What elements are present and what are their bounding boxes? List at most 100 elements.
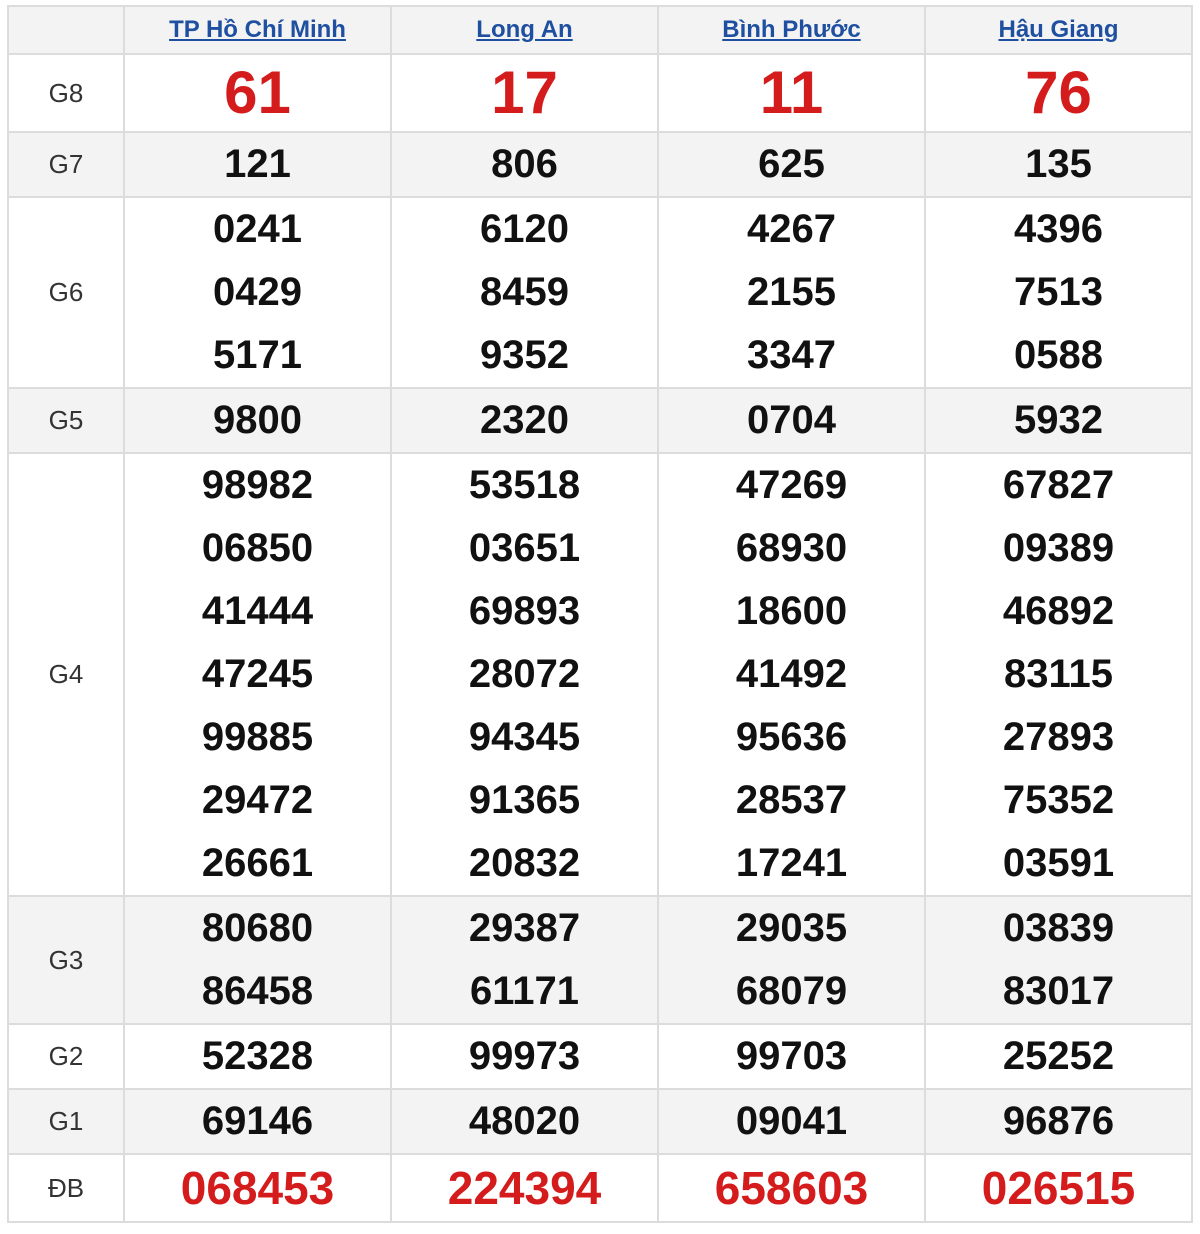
result-number: 86458 (201, 969, 314, 1013)
result-cell: 99703 (657, 1023, 926, 1090)
result-cell: 29035 68079 (657, 895, 926, 1025)
result-number: 99703 (735, 1034, 848, 1078)
results-table-container: TP Hồ Chí Minh Long An Bình Phước Hậu Gi… (7, 5, 1193, 1223)
result-cell: 0241 0429 5171 (123, 196, 392, 389)
result-number: 5932 (1014, 398, 1103, 442)
province-header-cell: TP Hồ Chí Minh (123, 5, 392, 55)
prize-label: G4 (7, 452, 125, 897)
result-number: 47245 (201, 652, 314, 696)
prize-label: G5 (7, 387, 125, 454)
result-cell: 806 (390, 131, 659, 198)
result-number: 4396 (1014, 207, 1103, 251)
result-cell: 17 (390, 53, 659, 133)
prize-row-special: ĐB 068453 224394 658603 026515 (7, 1153, 1193, 1223)
result-number: 121 (224, 142, 291, 186)
result-number: 2155 (747, 270, 836, 314)
result-number: 41492 (735, 652, 848, 696)
result-number: 61171 (469, 969, 580, 1013)
result-cell: 4396 7513 0588 (924, 196, 1193, 389)
result-cell: 29387 61171 (390, 895, 659, 1025)
result-number: 29472 (201, 778, 314, 822)
result-number: 68930 (735, 526, 848, 570)
result-number: 83115 (1003, 652, 1114, 696)
result-number: 41444 (201, 589, 314, 633)
result-number: 4267 (747, 207, 836, 251)
prize-label: G3 (7, 895, 125, 1025)
result-number: 52328 (201, 1034, 314, 1078)
result-number: 0704 (747, 398, 836, 442)
prize-label: G7 (7, 131, 125, 198)
result-number: 20832 (468, 841, 581, 885)
result-cell: 99973 (390, 1023, 659, 1090)
result-number: 09389 (1002, 526, 1115, 570)
result-number: 68079 (735, 969, 848, 1013)
result-number: 28537 (735, 778, 848, 822)
result-number: 53518 (468, 463, 581, 507)
header-row: TP Hồ Chí Minh Long An Bình Phước Hậu Gi… (7, 5, 1193, 55)
result-number: 94345 (468, 715, 581, 759)
result-cell: 121 (123, 131, 392, 198)
result-cell: 48020 (390, 1088, 659, 1155)
result-cell: 09041 (657, 1088, 926, 1155)
result-number: 27893 (1002, 715, 1115, 759)
prize-label: G1 (7, 1088, 125, 1155)
lottery-results-table: TP Hồ Chí Minh Long An Bình Phước Hậu Gi… (7, 5, 1193, 1223)
result-cell: 658603 (657, 1153, 926, 1223)
result-number: 48020 (468, 1099, 581, 1143)
result-number: 06850 (201, 526, 314, 570)
result-number: 83017 (1002, 969, 1115, 1013)
result-number: 11 (759, 59, 824, 126)
prize-label: G6 (7, 196, 125, 389)
province-link-long-an[interactable]: Long An (476, 16, 572, 43)
special-prize-number: 068453 (180, 1162, 335, 1214)
result-number: 47269 (735, 463, 848, 507)
province-link-binh-phuoc[interactable]: Bình Phước (722, 16, 860, 43)
prize-label: ĐB (7, 1153, 125, 1223)
result-number: 135 (1025, 142, 1092, 186)
result-cell: 4267 2155 3347 (657, 196, 926, 389)
result-number: 67827 (1002, 463, 1115, 507)
special-prize-number: 224394 (447, 1162, 602, 1214)
result-number: 91365 (468, 778, 581, 822)
prize-row-g4: G4 98982 06850 41444 47245 99885 29472 2… (7, 452, 1193, 897)
result-number: 26661 (201, 841, 314, 885)
result-number: 0588 (1014, 333, 1103, 377)
result-number: 75352 (1002, 778, 1115, 822)
result-number: 0429 (213, 270, 302, 314)
result-cell: 67827 09389 46892 83115 27893 75352 0359… (924, 452, 1193, 897)
result-cell: 25252 (924, 1023, 1193, 1090)
result-number: 9800 (213, 398, 302, 442)
province-link-tp-ho-chi-minh[interactable]: TP Hồ Chí Minh (169, 16, 346, 43)
result-cell: 224394 (390, 1153, 659, 1223)
result-cell: 96876 (924, 1088, 1193, 1155)
result-cell: 068453 (123, 1153, 392, 1223)
result-number: 5171 (213, 333, 302, 377)
result-cell: 625 (657, 131, 926, 198)
result-cell: 47269 68930 18600 41492 95636 28537 1724… (657, 452, 926, 897)
result-number: 61 (224, 59, 291, 126)
result-number: 17 (491, 59, 558, 126)
result-number: 69893 (468, 589, 581, 633)
result-cell: 52328 (123, 1023, 392, 1090)
prize-row-g3: G3 80680 86458 29387 61171 29035 68079 0… (7, 895, 1193, 1025)
prize-row-g5: G5 9800 2320 0704 5932 (7, 387, 1193, 454)
result-number: 46892 (1002, 589, 1115, 633)
result-cell: 98982 06850 41444 47245 99885 29472 2666… (123, 452, 392, 897)
prize-label: G8 (7, 53, 125, 133)
result-number: 25252 (1002, 1034, 1115, 1078)
result-number: 18600 (735, 589, 848, 633)
province-link-hau-giang[interactable]: Hậu Giang (998, 16, 1118, 43)
result-number: 96876 (1002, 1099, 1115, 1143)
result-number: 6120 (480, 207, 569, 251)
result-number: 03839 (1002, 906, 1115, 950)
result-number: 2320 (480, 398, 569, 442)
result-number: 98982 (201, 463, 314, 507)
result-cell: 9800 (123, 387, 392, 454)
result-number: 3347 (747, 333, 836, 377)
result-cell: 5932 (924, 387, 1193, 454)
result-number: 03591 (1002, 841, 1115, 885)
result-number: 29035 (735, 906, 848, 950)
result-cell: 80680 86458 (123, 895, 392, 1025)
result-number: 69146 (201, 1099, 314, 1143)
result-cell: 03839 83017 (924, 895, 1193, 1025)
